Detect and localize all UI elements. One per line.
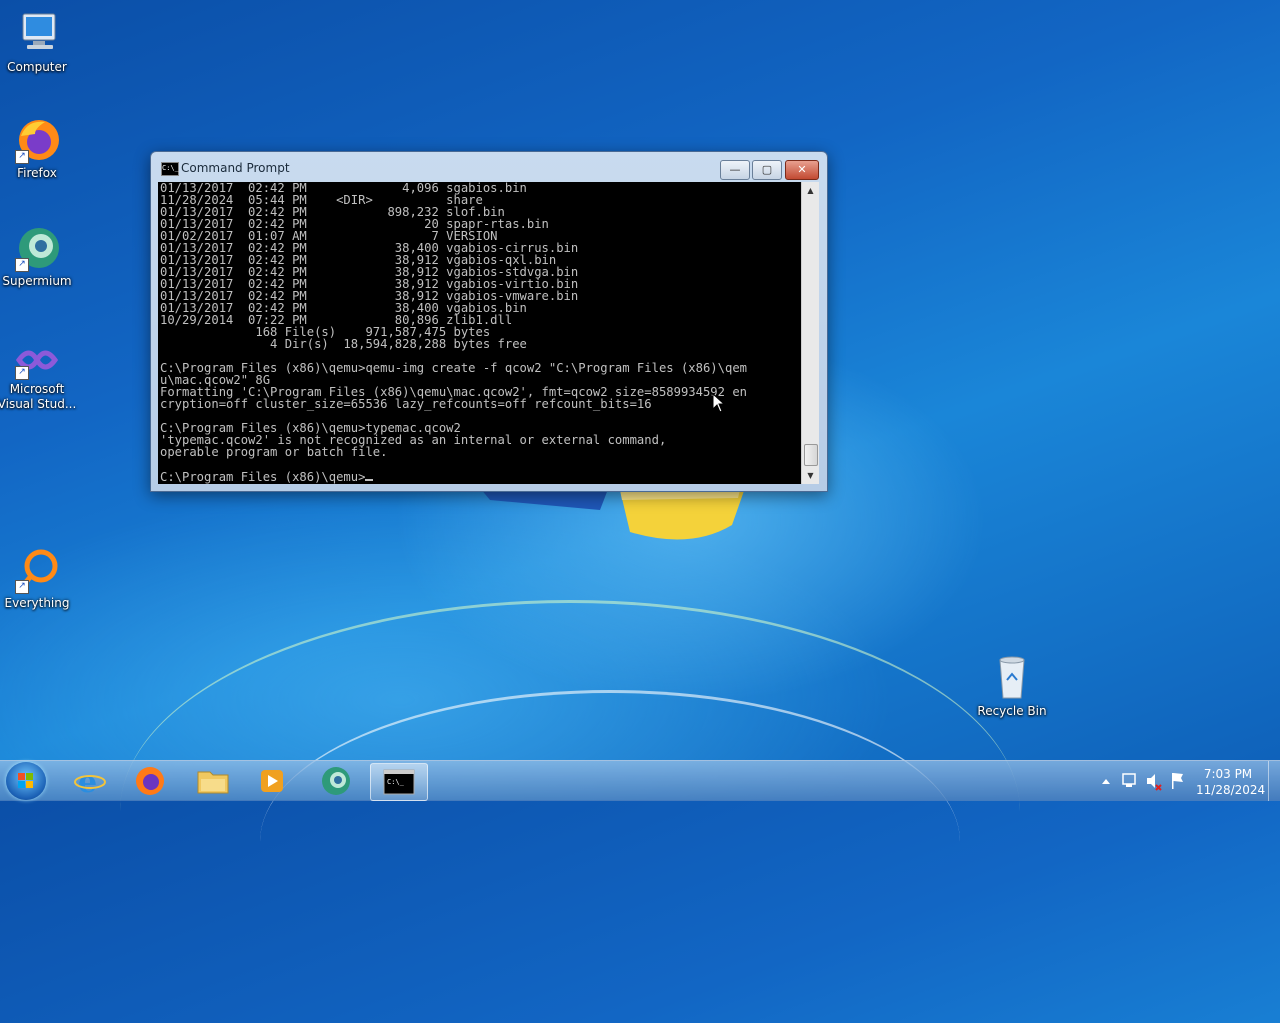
desktop-icon-visual-studio[interactable]: ↗ Microsoft Visual Stud... [0,340,77,412]
internet-explorer-icon: e [74,765,106,800]
taskbar-media-player[interactable] [244,763,300,799]
desktop-icon-label: Firefox [17,166,57,180]
desktop-icon-label: Microsoft Visual Stud... [0,382,77,411]
desktop-icon-supermium[interactable]: ↗ Supermium [0,224,77,289]
desktop-icon-firefox[interactable]: ↗ Firefox [0,116,77,181]
taskbar-internet-explorer[interactable]: e [62,763,118,800]
media-player-icon [261,770,283,792]
scrollbar-thumb[interactable] [804,444,818,466]
shortcut-arrow-icon: ↗ [15,150,29,164]
desktop-icon-everything[interactable]: ↗ Everything [0,546,77,611]
folder-icon [197,771,229,794]
window-title: Command Prompt [181,161,290,175]
desktop-icon-label: Supermium [2,274,72,288]
console-line: 4 Dir(s) 18,594,828,288 bytes free [160,337,527,351]
show-hidden-icons-button[interactable] [1098,761,1114,801]
clock-time: 7:03 PM [1203,767,1253,781]
console-prompt-line[interactable]: C:\Program Files (x86)\qemu> [158,470,801,483]
wallpaper-swoosh [260,690,960,993]
console-prompt: C:\Program Files (x86)\qemu> [160,470,366,484]
scroll-down-arrow-icon[interactable]: ▼ [802,467,819,484]
desktop-icon-label: Recycle Bin [977,704,1047,718]
start-button[interactable] [6,762,46,800]
taskbar-file-explorer[interactable] [185,763,241,799]
console-line: operable program or batch file. [160,445,388,459]
desktop-icon-label: Everything [4,596,70,610]
close-button[interactable]: ✕ [785,160,819,180]
computer-icon [22,13,56,49]
action-center-flag-icon[interactable] [1168,761,1186,801]
command-prompt-icon: C:\_ [383,769,415,795]
command-prompt-icon: C:\_ [161,162,179,176]
windows-logo-icon [18,773,33,788]
clock-date: 11/28/2024 [1196,783,1266,797]
mouse-pointer-icon [712,393,726,413]
network-icon[interactable] [1120,761,1138,801]
system-clock[interactable]: 7:03 PM 11/28/2024 [1196,766,1266,798]
taskbar-firefox[interactable] [122,763,178,799]
recycle-bin-icon [999,656,1025,699]
taskbar-command-prompt[interactable]: C:\_ [370,763,428,801]
vertical-scrollbar[interactable]: ▲ ▼ [801,182,819,484]
console-line: cryption=off cluster_size=65536 lazy_ref… [160,397,652,411]
desktop-icon-recycle-bin[interactable]: Recycle Bin [972,654,1052,719]
console-output[interactable]: 01/13/2017 02:42 PM 4,096 sgabios.bin 11… [158,182,801,484]
command-prompt-window[interactable]: C:\_ Command Prompt — ▢ ✕ 01/13/2017 02:… [150,151,828,492]
shortcut-arrow-icon: ↗ [15,366,29,380]
shortcut-arrow-icon: ↗ [15,580,29,594]
show-desktop-button[interactable] [1268,761,1280,801]
desktop-icon-label: Computer [7,60,67,74]
text-cursor [365,470,374,481]
shortcut-arrow-icon: ↗ [15,258,29,272]
desktop-icon-computer[interactable]: Computer [0,10,77,75]
volume-muted-icon[interactable] [1144,761,1162,801]
console-text: 01/13/2017 02:42 PM 4,096 sgabios.bin 11… [158,182,801,470]
firefox-icon [136,767,164,795]
taskbar-supermium[interactable] [308,763,364,799]
svg-text:C:\_: C:\_ [387,778,405,786]
minimize-button[interactable]: — [720,160,750,180]
svg-text:e: e [78,765,97,799]
scroll-up-arrow-icon[interactable]: ▲ [802,182,819,199]
taskbar: e C:\_ 7:03 PM 11/28/2024 [0,760,1280,801]
maximize-button[interactable]: ▢ [752,160,782,180]
window-titlebar[interactable]: C:\_ Command Prompt — ▢ ✕ [151,152,827,182]
supermium-icon [322,767,350,795]
